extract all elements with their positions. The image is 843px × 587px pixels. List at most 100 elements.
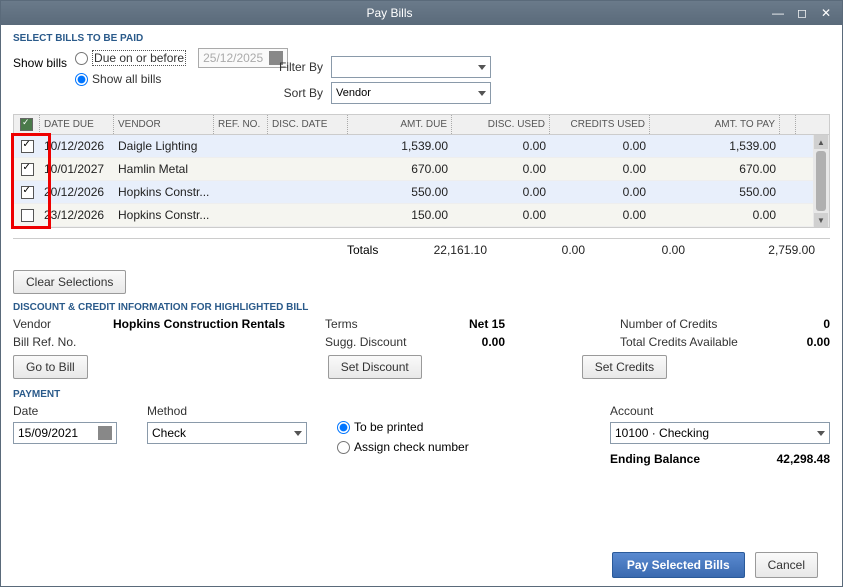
cell-credits-used: 0.00 bbox=[550, 158, 650, 180]
calendar-icon[interactable] bbox=[98, 426, 112, 440]
payment-date-input[interactable]: 15/09/2021 bbox=[13, 422, 117, 444]
chevron-down-icon bbox=[478, 65, 486, 70]
payment-method-col: Method Check bbox=[147, 404, 307, 444]
pay-selected-bills-button[interactable]: Pay Selected Bills bbox=[612, 552, 745, 578]
header-disc-date[interactable]: Disc. Date bbox=[268, 115, 348, 134]
chevron-down-icon bbox=[817, 431, 825, 436]
header-ref[interactable]: Ref. No. bbox=[214, 115, 268, 134]
row-checkbox[interactable] bbox=[14, 204, 40, 226]
go-to-bill-button[interactable]: Go to Bill bbox=[13, 355, 88, 379]
checkbox-icon[interactable] bbox=[21, 209, 34, 222]
cancel-button[interactable]: Cancel bbox=[755, 552, 818, 578]
payment-date-label: Date bbox=[13, 404, 117, 418]
cell-amt-to-pay: 1,539.00 bbox=[650, 135, 780, 157]
total-credits-value: 0.00 bbox=[770, 335, 830, 349]
row-checkbox[interactable] bbox=[14, 135, 40, 157]
cell-ref bbox=[214, 135, 268, 157]
to-be-printed-radio[interactable] bbox=[337, 421, 350, 434]
payment-method-label: Method bbox=[147, 404, 307, 418]
sort-by-select[interactable]: Vendor bbox=[331, 82, 491, 104]
sugg-value: 0.00 bbox=[425, 335, 505, 349]
filter-by-select[interactable] bbox=[331, 56, 491, 78]
checkbox-icon[interactable] bbox=[21, 140, 34, 153]
totals-credits-used: 0.00 bbox=[585, 243, 685, 257]
cell-vendor: Hopkins Constr... bbox=[114, 181, 214, 203]
cell-disc-date bbox=[268, 204, 348, 226]
assign-check-radio[interactable] bbox=[337, 441, 350, 454]
show-all-text: Show all bills bbox=[92, 72, 161, 86]
total-credits-label: Total Credits Available bbox=[620, 335, 770, 349]
content-area: SELECT BILLS TO BE PAID Show bills Due o… bbox=[1, 25, 842, 586]
payment-method-value: Check bbox=[152, 426, 186, 440]
totals-disc-used: 0.00 bbox=[487, 243, 585, 257]
totals-label: Totals bbox=[347, 243, 407, 257]
scrollbar[interactable]: ▲ ▼ bbox=[813, 135, 829, 227]
set-discount-button[interactable]: Set Discount bbox=[328, 355, 422, 379]
header-credits-used[interactable]: Credits Used bbox=[550, 115, 650, 134]
totals-amt-due: 22,161.10 bbox=[407, 243, 487, 257]
header-vendor[interactable]: Vendor bbox=[114, 115, 214, 134]
table-row[interactable]: 10/01/2027Hamlin Metal670.000.000.00670.… bbox=[14, 158, 813, 181]
check-all-icon[interactable] bbox=[20, 118, 33, 131]
pay-bills-window: Pay Bills — ◻ ✕ SELECT BILLS TO BE PAID … bbox=[0, 0, 843, 587]
to-be-printed-option[interactable]: To be printed bbox=[337, 420, 469, 434]
header-check[interactable] bbox=[14, 115, 40, 134]
show-all-radio[interactable] bbox=[75, 73, 88, 86]
minimize-icon[interactable]: — bbox=[770, 6, 786, 20]
clear-selections-button[interactable]: Clear Selections bbox=[13, 270, 126, 294]
table-row[interactable]: 23/12/2026Hopkins Constr...150.000.000.0… bbox=[14, 204, 813, 227]
scroll-thumb[interactable] bbox=[816, 151, 826, 211]
payment-account-label: Account bbox=[610, 404, 830, 418]
maximize-icon[interactable]: ◻ bbox=[794, 6, 810, 20]
payment-account-select[interactable]: 10100 · Checking bbox=[610, 422, 830, 444]
payment-method-select[interactable]: Check bbox=[147, 422, 307, 444]
header-amt-due[interactable]: Amt. Due bbox=[348, 115, 452, 134]
header-date-due[interactable]: Date Due bbox=[40, 115, 114, 134]
window-controls: — ◻ ✕ bbox=[770, 6, 834, 20]
num-credits-label: Number of Credits bbox=[620, 317, 770, 331]
sort-by-value: Vendor bbox=[336, 87, 371, 99]
checkbox-icon[interactable] bbox=[21, 163, 34, 176]
due-on-option[interactable]: Due on or before 25/12/2025 bbox=[75, 48, 288, 68]
cell-date-due: 23/12/2026 bbox=[40, 204, 114, 226]
num-credits-value: 0 bbox=[770, 317, 830, 331]
cell-credits-used: 0.00 bbox=[550, 204, 650, 226]
close-icon[interactable]: ✕ bbox=[818, 6, 834, 20]
cell-disc-used: 0.00 bbox=[452, 204, 550, 226]
payment-account-value: 10100 · Checking bbox=[615, 426, 709, 440]
table-body: 10/12/2026Daigle Lighting1,539.000.000.0… bbox=[14, 135, 813, 227]
cell-amt-to-pay: 670.00 bbox=[650, 158, 780, 180]
header-amt-to-pay[interactable]: Amt. To Pay bbox=[650, 115, 780, 134]
table-row[interactable]: 10/12/2026Daigle Lighting1,539.000.000.0… bbox=[14, 135, 813, 158]
scroll-up-icon[interactable]: ▲ bbox=[814, 135, 828, 149]
payment-date-value: 15/09/2021 bbox=[18, 426, 78, 440]
cell-amt-due: 670.00 bbox=[348, 158, 452, 180]
scroll-down-icon[interactable]: ▼ bbox=[814, 213, 828, 227]
bills-table: Date Due Vendor Ref. No. Disc. Date Amt.… bbox=[13, 114, 830, 228]
totals-row: Totals 22,161.10 0.00 0.00 2,759.00 bbox=[13, 238, 830, 260]
info-right: Number of Credits0 Total Credits Availab… bbox=[620, 317, 830, 349]
cell-disc-date bbox=[268, 158, 348, 180]
table-row[interactable]: 20/12/2026Hopkins Constr...550.000.000.0… bbox=[14, 181, 813, 204]
select-bills-label: SELECT BILLS TO BE PAID bbox=[13, 33, 830, 44]
ref-label: Bill Ref. No. bbox=[13, 335, 113, 349]
show-all-option[interactable]: Show all bills bbox=[75, 72, 288, 86]
vendor-value: Hopkins Construction Rentals bbox=[113, 317, 285, 331]
header-disc-used[interactable]: Disc. Used bbox=[452, 115, 550, 134]
show-bills-label: Show bills bbox=[13, 56, 67, 70]
assign-check-option[interactable]: Assign check number bbox=[337, 440, 469, 454]
cell-disc-used: 0.00 bbox=[452, 135, 550, 157]
due-on-radio[interactable] bbox=[75, 52, 88, 65]
ending-balance-label: Ending Balance bbox=[610, 452, 700, 466]
cell-amt-due: 550.00 bbox=[348, 181, 452, 203]
cell-ref bbox=[214, 158, 268, 180]
row-checkbox[interactable] bbox=[14, 181, 40, 203]
cell-amt-to-pay: 0.00 bbox=[650, 204, 780, 226]
cell-disc-used: 0.00 bbox=[452, 158, 550, 180]
filters: Filter By Sort By Vendor bbox=[273, 56, 830, 108]
set-credits-button[interactable]: Set Credits bbox=[582, 355, 667, 379]
filter-by-label: Filter By bbox=[273, 60, 323, 74]
cell-credits-used: 0.00 bbox=[550, 135, 650, 157]
row-checkbox[interactable] bbox=[14, 158, 40, 180]
checkbox-icon[interactable] bbox=[21, 186, 34, 199]
